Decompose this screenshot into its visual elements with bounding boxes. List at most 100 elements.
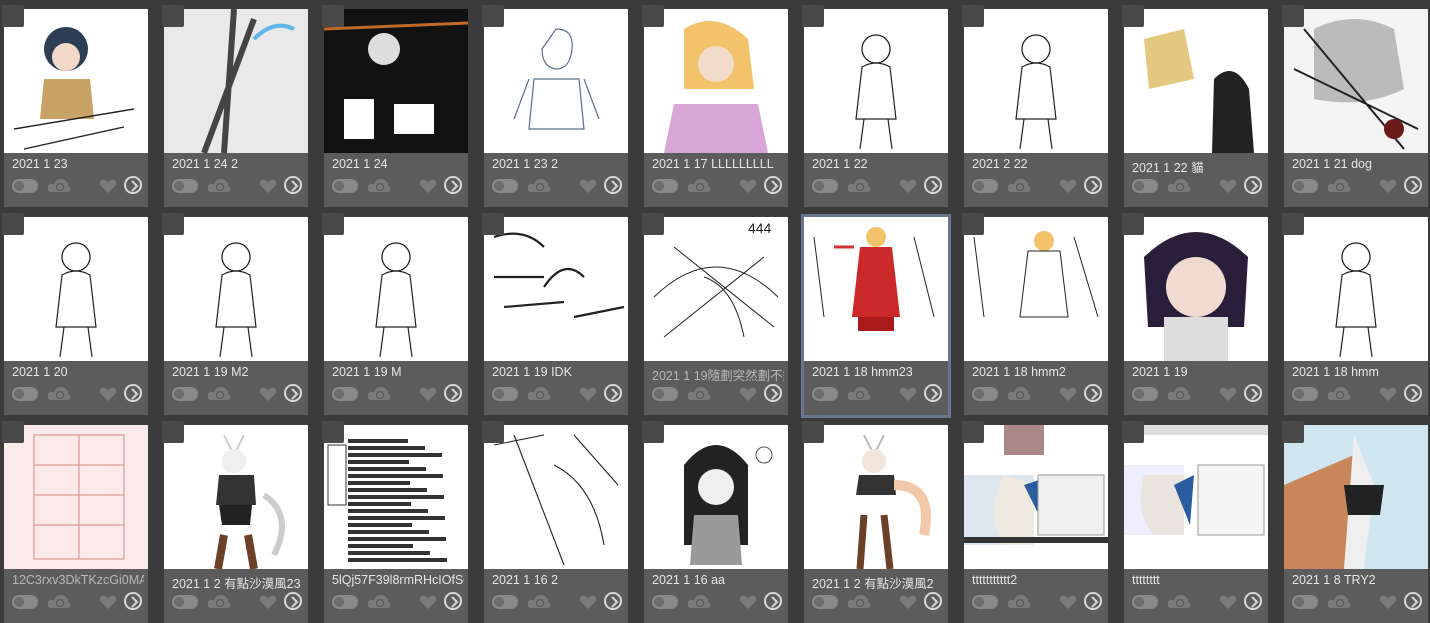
cloud-sync-icon[interactable] — [846, 385, 872, 403]
artwork-card[interactable]: ✓ 2021 1 18 hmm23 — [801, 214, 951, 418]
chevron-right-circle-icon[interactable] — [604, 592, 622, 610]
toggle-switch-icon[interactable] — [332, 387, 358, 401]
chevron-right-circle-icon[interactable] — [284, 592, 302, 610]
cloud-sync-icon[interactable] — [1006, 177, 1032, 195]
chevron-right-circle-icon[interactable] — [604, 176, 622, 194]
heart-icon[interactable] — [1379, 593, 1397, 611]
artwork-card[interactable]: tttttttt — [1122, 421, 1268, 623]
artwork-thumbnail[interactable] — [324, 9, 468, 153]
artwork-card[interactable]: 2021 1 24 2 — [162, 5, 308, 207]
artwork-thumbnail[interactable] — [324, 425, 468, 569]
toggle-switch-icon[interactable] — [652, 387, 678, 401]
artwork-thumbnail[interactable] — [484, 425, 628, 569]
heart-icon[interactable] — [1219, 385, 1237, 403]
artwork-card[interactable]: 2021 1 2 有點沙漠風23 — [162, 421, 308, 623]
heart-icon[interactable] — [1059, 177, 1077, 195]
toggle-switch-icon[interactable] — [972, 179, 998, 193]
heart-icon[interactable] — [259, 385, 277, 403]
chevron-right-circle-icon[interactable] — [924, 176, 942, 194]
cloud-sync-icon[interactable] — [686, 593, 712, 611]
select-checkbox[interactable] — [642, 5, 664, 27]
cloud-sync-icon[interactable] — [526, 385, 552, 403]
artwork-card[interactable]: ttttttttttt2 — [962, 421, 1108, 623]
cloud-sync-icon[interactable] — [1326, 177, 1352, 195]
artwork-thumbnail[interactable]: 444 — [644, 217, 788, 361]
chevron-right-circle-icon[interactable] — [444, 592, 462, 610]
select-checkbox[interactable] — [2, 421, 24, 443]
chevron-right-circle-icon[interactable] — [444, 176, 462, 194]
artwork-card[interactable]: 12C3rxv3DkTKzcGi0MAuUC (1) — [2, 421, 148, 623]
cloud-sync-icon[interactable] — [686, 385, 712, 403]
artwork-thumbnail[interactable] — [964, 217, 1108, 361]
artwork-card[interactable]: 2021 1 24 — [322, 5, 468, 207]
chevron-right-circle-icon[interactable] — [1404, 384, 1422, 402]
artwork-card[interactable]: 2021 1 19 M — [322, 213, 468, 415]
heart-icon[interactable] — [899, 593, 917, 611]
select-checkbox[interactable] — [1282, 213, 1304, 235]
toggle-switch-icon[interactable] — [652, 595, 678, 609]
artwork-thumbnail[interactable] — [4, 9, 148, 153]
toggle-switch-icon[interactable] — [972, 595, 998, 609]
cloud-sync-icon[interactable] — [46, 385, 72, 403]
toggle-switch-icon[interactable] — [12, 387, 38, 401]
heart-icon[interactable] — [1059, 593, 1077, 611]
heart-icon[interactable] — [579, 385, 597, 403]
heart-icon[interactable] — [419, 385, 437, 403]
artwork-thumbnail[interactable] — [1284, 9, 1428, 153]
select-checkbox[interactable] — [802, 421, 824, 443]
toggle-switch-icon[interactable] — [492, 595, 518, 609]
artwork-thumbnail[interactable] — [804, 9, 948, 153]
select-checkbox[interactable] — [162, 5, 184, 27]
select-checkbox[interactable] — [642, 213, 664, 235]
chevron-right-circle-icon[interactable] — [284, 384, 302, 402]
select-checkbox[interactable]: ✓ — [802, 213, 824, 235]
cloud-sync-icon[interactable] — [526, 177, 552, 195]
toggle-switch-icon[interactable] — [172, 595, 198, 609]
artwork-card[interactable]: 2021 1 22 — [802, 5, 948, 207]
toggle-switch-icon[interactable] — [1292, 179, 1318, 193]
artwork-thumbnail[interactable] — [164, 9, 308, 153]
select-checkbox[interactable] — [2, 213, 24, 235]
select-checkbox[interactable] — [642, 421, 664, 443]
select-checkbox[interactable] — [1282, 5, 1304, 27]
select-checkbox[interactable] — [482, 421, 504, 443]
chevron-right-circle-icon[interactable] — [764, 176, 782, 194]
cloud-sync-icon[interactable] — [366, 177, 392, 195]
artwork-card[interactable]: 5lQj57F39l8rmRHcIOfS05 L — [322, 421, 468, 623]
heart-icon[interactable] — [1379, 177, 1397, 195]
chevron-right-circle-icon[interactable] — [124, 176, 142, 194]
heart-icon[interactable] — [259, 177, 277, 195]
cloud-sync-icon[interactable] — [366, 593, 392, 611]
artwork-card[interactable]: 2021 1 18 hmm — [1282, 213, 1428, 415]
heart-icon[interactable] — [579, 177, 597, 195]
toggle-switch-icon[interactable] — [652, 179, 678, 193]
select-checkbox[interactable] — [322, 421, 344, 443]
cloud-sync-icon[interactable] — [1326, 385, 1352, 403]
toggle-switch-icon[interactable] — [812, 387, 838, 401]
artwork-card[interactable]: 444 2021 1 19隨劃突然劃不錯 — [642, 213, 788, 415]
artwork-thumbnail[interactable] — [324, 217, 468, 361]
artwork-card[interactable]: 2021 1 21 dog — [1282, 5, 1428, 207]
toggle-switch-icon[interactable] — [172, 387, 198, 401]
heart-icon[interactable] — [99, 385, 117, 403]
select-checkbox[interactable] — [322, 213, 344, 235]
toggle-switch-icon[interactable] — [12, 179, 38, 193]
cloud-sync-icon[interactable] — [206, 177, 232, 195]
cloud-sync-icon[interactable] — [46, 177, 72, 195]
artwork-thumbnail[interactable] — [164, 217, 308, 361]
cloud-sync-icon[interactable] — [846, 177, 872, 195]
cloud-sync-icon[interactable] — [686, 177, 712, 195]
chevron-right-circle-icon[interactable] — [1084, 176, 1102, 194]
artwork-card[interactable]: 2021 1 19 M2 — [162, 213, 308, 415]
heart-icon[interactable] — [579, 593, 597, 611]
cloud-sync-icon[interactable] — [366, 385, 392, 403]
select-checkbox[interactable] — [1122, 421, 1144, 443]
chevron-right-circle-icon[interactable] — [924, 592, 942, 610]
cloud-sync-icon[interactable] — [206, 593, 232, 611]
artwork-card[interactable]: 2021 1 2 有點沙漠風2 — [802, 421, 948, 623]
toggle-switch-icon[interactable] — [492, 179, 518, 193]
chevron-right-circle-icon[interactable] — [1244, 592, 1262, 610]
chevron-right-circle-icon[interactable] — [124, 384, 142, 402]
heart-icon[interactable] — [99, 177, 117, 195]
toggle-switch-icon[interactable] — [1132, 179, 1158, 193]
